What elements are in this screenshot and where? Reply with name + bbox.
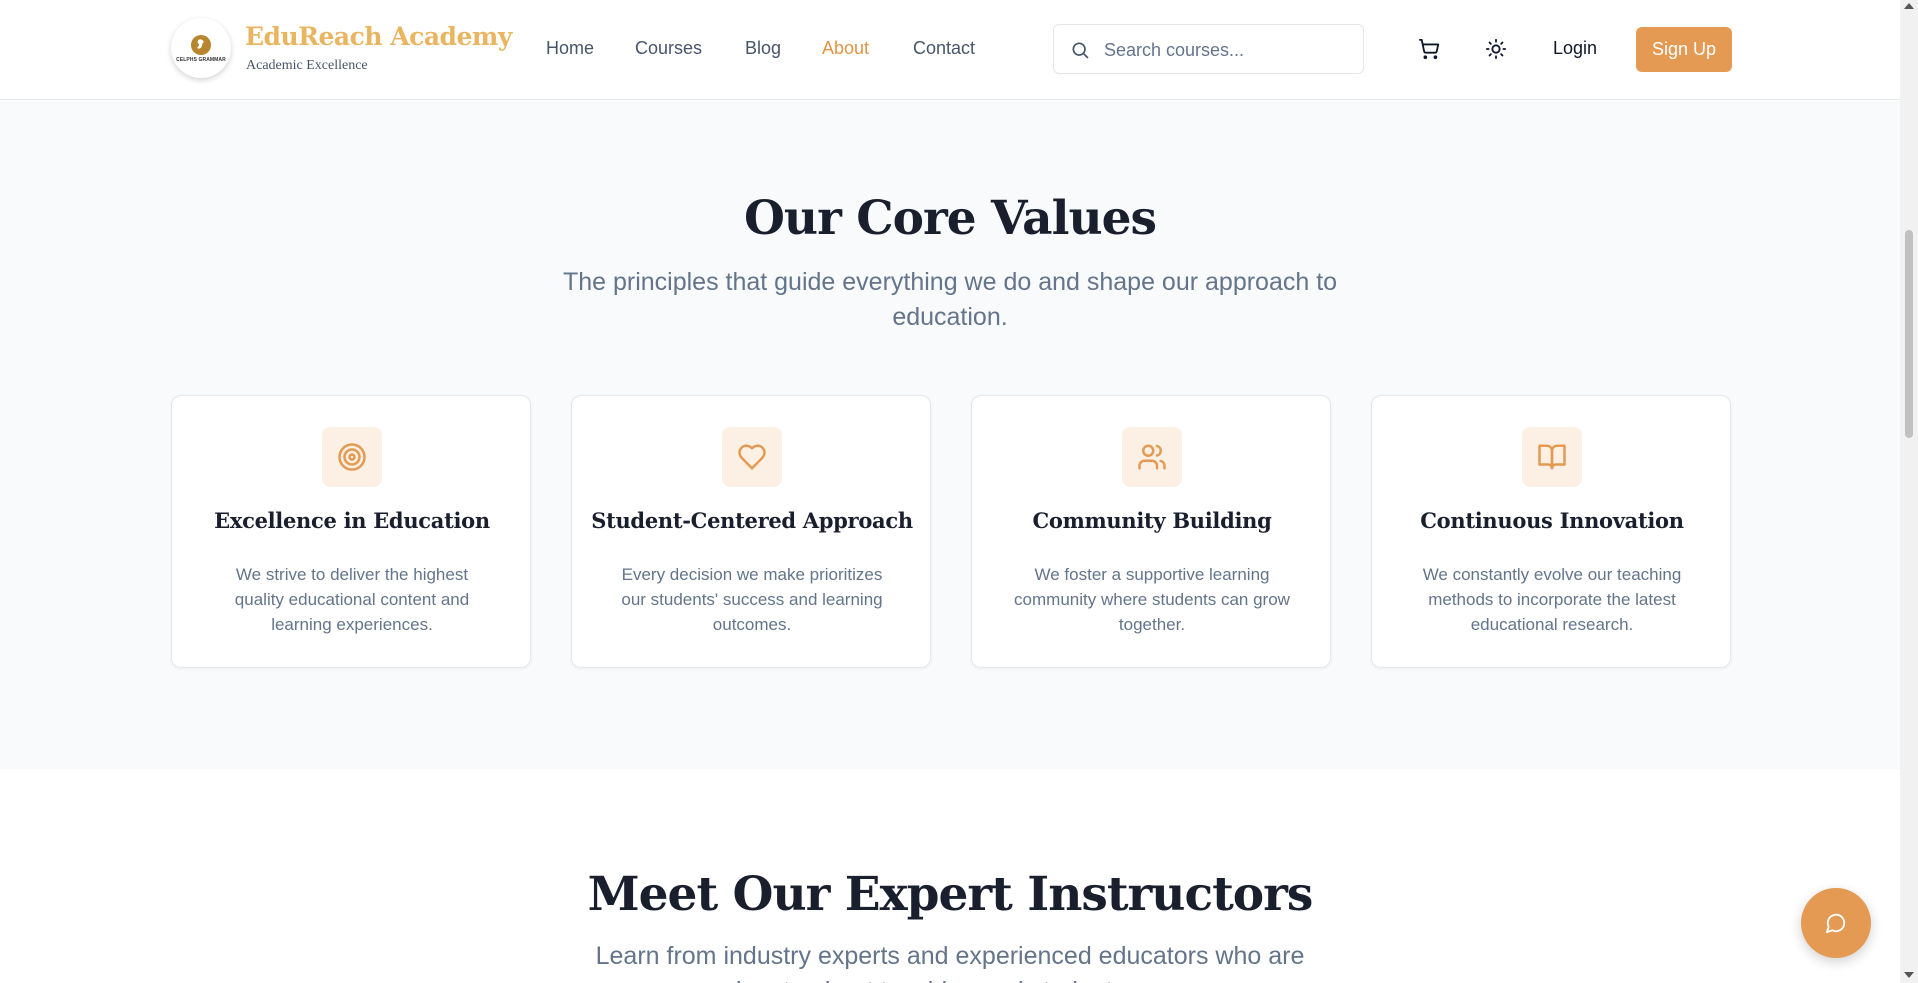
brand-name[interactable]: EduReach Academy [245,22,512,51]
brand-tagline: Academic Excellence [246,58,368,73]
core-values-subtitle-line1: The principles that guide everything we … [562,268,1338,296]
target-icon [338,443,366,471]
theme-toggle-button[interactable] [1483,36,1509,62]
instructors-section: Meet Our Expert Instructors Learn from i… [0,769,1900,983]
value-card-excellence: Excellence in Education We strive to del… [171,395,531,668]
core-values-title: Our Core Values [743,191,1157,246]
scroll-down-arrow-icon[interactable] [1904,972,1914,978]
heart-icon [738,444,766,470]
nav-about[interactable]: About [822,38,869,59]
signup-button[interactable]: Sign Up [1636,27,1732,72]
nav-blog[interactable]: Blog [745,38,781,59]
search-input[interactable] [1104,37,1344,63]
card-description: We constantly evolve our teaching method… [1422,565,1682,634]
cart-button[interactable] [1416,36,1442,62]
card-icon-wrapper [1522,427,1582,487]
nav-contact[interactable]: Contact [913,38,975,59]
instructors-subtitle-line1: Learn from industry experts and experien… [595,942,1305,970]
nav-courses[interactable]: Courses [635,38,702,59]
value-card-innovation: Continuous Innovation We constantly evol… [1371,395,1731,668]
card-description: Every decision we make prioritizes our s… [621,565,883,634]
search-box [1053,24,1364,74]
logo[interactable]: CELPHS GRAMMAR [171,18,231,78]
logo-text: CELPHS GRAMMAR [176,56,226,63]
book-open-icon [1538,444,1566,470]
scrollbar-thumb[interactable] [1905,230,1913,438]
card-description: We strive to deliver the highest quality… [234,565,470,634]
core-values-subtitle-line2: education. [892,303,1008,331]
cart-icon [1418,38,1440,60]
value-card-student-centered: Student-Centered Approach Every decision… [571,395,931,668]
scroll-up-arrow-icon[interactable] [1904,3,1914,9]
users-icon [1138,444,1166,470]
site-header: CELPHS GRAMMAR EduReach Academy Academic… [0,0,1900,100]
card-title: Community Building [1032,508,1272,533]
login-button[interactable]: Login [1553,38,1597,59]
card-icon-wrapper [322,427,382,487]
search-icon [1072,42,1089,59]
card-title: Student-Centered Approach [591,508,913,533]
chat-button[interactable] [1801,888,1871,958]
card-icon-wrapper [1122,427,1182,487]
sun-icon [1485,38,1507,60]
logo-emblem-icon [191,34,211,55]
value-card-community: Community Building We foster a supportiv… [971,395,1331,668]
nav-home[interactable]: Home [546,38,594,59]
page-scrollbar[interactable] [1900,0,1918,983]
message-circle-icon [1825,913,1846,934]
card-title: Continuous Innovation [1420,508,1684,533]
instructors-title: Meet Our Expert Instructors [587,867,1314,922]
card-description: We foster a supportive learning communit… [1014,565,1290,634]
card-title: Excellence in Education [214,508,490,533]
card-icon-wrapper [722,427,782,487]
instructors-subtitle-line2: passionate about teaching and student su… [0,974,1900,983]
